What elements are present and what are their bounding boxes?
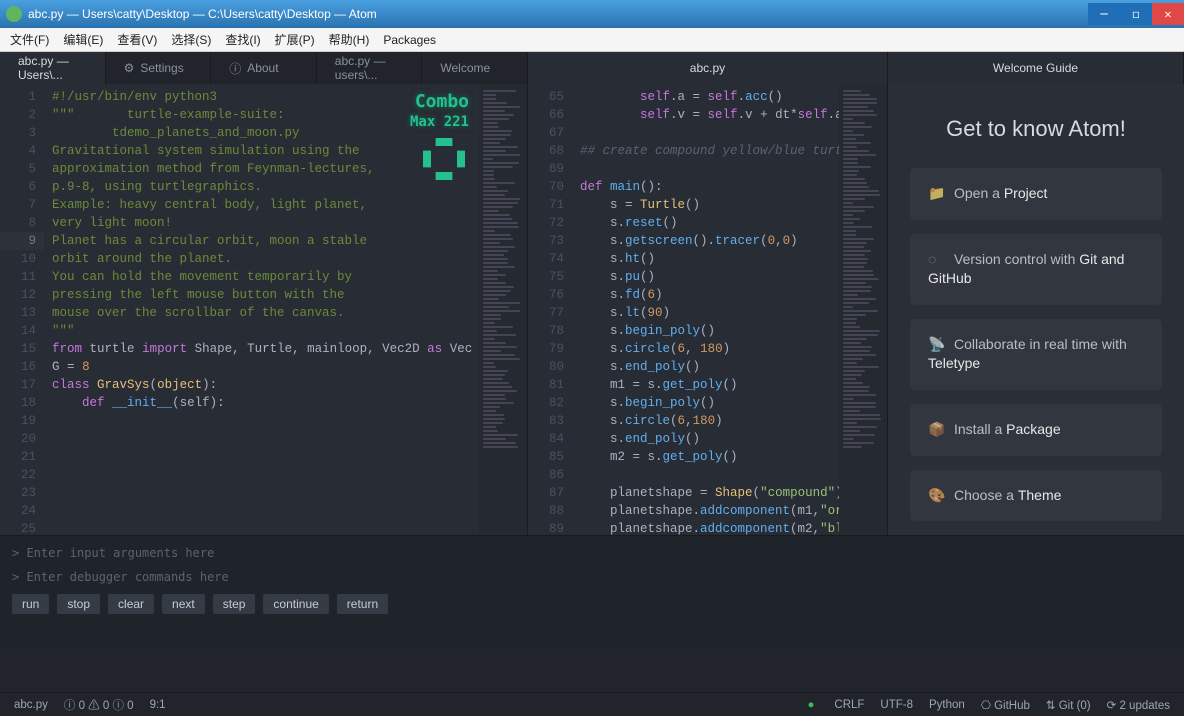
menu-item[interactable]: 文件(F) [10, 31, 49, 48]
code-area[interactable]: #!/usr/bin/env python3""" turtle-example… [44, 84, 477, 535]
input-args-field[interactable]: Enter input arguments here [26, 546, 214, 560]
menu-item[interactable]: 查找(I) [225, 31, 260, 48]
editor-pane-middle[interactable]: 6566676869707172737475767778798081828384… [528, 84, 888, 535]
tab[interactable]: abc.py — Users\... [0, 52, 106, 84]
status-file[interactable]: abc.py [14, 699, 48, 711]
debug-return-button[interactable]: return [337, 594, 388, 614]
combo-max: Max 221 [410, 112, 469, 132]
debug-stop-button[interactable]: stop [57, 594, 100, 614]
tab[interactable]: About [211, 52, 317, 84]
welcome-card[interactable]: 📡Collaborate in real time with Teletype [910, 319, 1162, 390]
card-icon: 📡 [928, 335, 944, 355]
menu-item[interactable]: 扩展(P) [275, 31, 315, 48]
welcome-card[interactable]: ◌Version control with Git and GitHub [910, 234, 1162, 305]
code-area[interactable]: self.a = self.acc() self.v = self.v + dt… [572, 84, 837, 535]
card-icon: 📦 [928, 420, 944, 440]
tab[interactable]: Welcome Guide [888, 52, 1184, 84]
window-title-bar: abc.py — Users\catty\Desktop — C:\Users\… [0, 0, 1184, 28]
info-icon [229, 60, 241, 77]
status-item[interactable]: ⎔ GitHub [981, 698, 1030, 712]
card-icon: 📁 [928, 184, 944, 204]
status-diagnostics[interactable]: ⓘ 0 ⚠ 0 ⓘ 0 [64, 697, 134, 713]
status-item[interactable]: UTF-8 [880, 699, 913, 711]
combo-title: Combo [410, 92, 469, 112]
menu-bar: 文件(F) 编辑(E) 查看(V) 选择(S) 查找(I) 扩展(P) 帮助(H) Packa… [0, 28, 1184, 52]
combo-graphic-icon [423, 138, 465, 180]
tab-label: About [247, 61, 278, 75]
welcome-card[interactable]: 🎨 Choose a Theme [910, 470, 1162, 522]
welcome-card[interactable]: 📦 Install a Package [910, 404, 1162, 456]
card-text: Version control with Git and GitHub [928, 251, 1124, 287]
minimap[interactable] [479, 84, 527, 535]
tab-label: Welcome Guide [993, 61, 1078, 75]
close-button[interactable]: ✕ [1152, 3, 1184, 25]
gear-icon [124, 61, 135, 75]
debug-clear-button[interactable]: clear [108, 594, 154, 614]
menu-item[interactable]: 选择(S) [171, 31, 211, 48]
debug-next-button[interactable]: next [162, 594, 205, 614]
menu-item[interactable]: Packages [383, 33, 436, 47]
status-dot-icon [807, 699, 818, 711]
tab-label: abc.py — Users\... [18, 54, 87, 82]
maximize-button[interactable]: ◻ [1120, 3, 1152, 25]
welcome-card[interactable]: 📁 Open a Project [910, 168, 1162, 220]
status-item[interactable]: ⟳ 2 updates [1107, 698, 1170, 712]
card-text: Open a Project [954, 185, 1047, 201]
debug-continue-button[interactable]: continue [263, 594, 328, 614]
bottom-panel: > Enter input arguments here > Enter deb… [0, 535, 1184, 648]
status-bar: abc.py ⓘ 0 ⚠ 0 ⓘ 0 9:1 CRLF UTF-8 Python ⎔ … [0, 692, 1184, 716]
card-icon: 🎨 [928, 486, 944, 506]
debugger-cmd-field[interactable]: Enter debugger commands here [26, 570, 228, 584]
tab-label: abc.py [690, 61, 725, 75]
debug-step-button[interactable]: step [213, 594, 256, 614]
tab[interactable]: abc.py [528, 52, 888, 84]
minimap[interactable] [839, 84, 887, 535]
menu-item[interactable]: 编辑(E) [63, 31, 103, 48]
status-cursor-pos[interactable]: 9:1 [150, 699, 166, 711]
tab[interactable]: abc.py — users\... [317, 52, 423, 84]
debug-run-button[interactable]: run [12, 594, 49, 614]
window-title: abc.py — Users\catty\Desktop — C:\Users\… [28, 7, 377, 21]
editor-pane-left[interactable]: 1234567891011121314151617181920212223242… [0, 84, 528, 535]
welcome-heading: Get to know Atom! [910, 116, 1162, 142]
card-text: Choose a Theme [954, 487, 1061, 503]
tab[interactable]: Settings [106, 52, 212, 84]
gutter: 6566676869707172737475767778798081828384… [528, 84, 572, 535]
status-item[interactable]: Python [929, 699, 965, 711]
card-icon: ◌ [928, 250, 944, 270]
tab-label: Welcome [440, 61, 490, 75]
card-text: Install a Package [954, 421, 1061, 437]
tab[interactable]: Welcome [422, 52, 528, 84]
gutter: 1234567891011121314151617181920212223242… [0, 84, 44, 535]
minimize-button[interactable]: ─ [1088, 3, 1120, 25]
combo-indicator: Combo Max 221 [410, 92, 469, 132]
workspace: 1234567891011121314151617181920212223242… [0, 84, 1184, 535]
menu-item[interactable]: 查看(V) [117, 31, 157, 48]
tab-label: Settings [140, 61, 183, 75]
status-item[interactable]: ⇅ Git (0) [1046, 698, 1091, 712]
tab-label: abc.py — users\... [335, 54, 404, 82]
atom-app-icon [6, 6, 22, 22]
menu-item[interactable]: 帮助(H) [329, 31, 370, 48]
card-text: Collaborate in real time with Teletype [928, 336, 1127, 372]
welcome-guide-pane: Get to know Atom! 📁 Open a Project ◌Versio… [888, 84, 1184, 535]
status-item[interactable]: CRLF [834, 699, 864, 711]
empty-region [0, 648, 1184, 692]
tab-bar: abc.py — Users\... Settings About abc.py — … [0, 52, 1184, 84]
